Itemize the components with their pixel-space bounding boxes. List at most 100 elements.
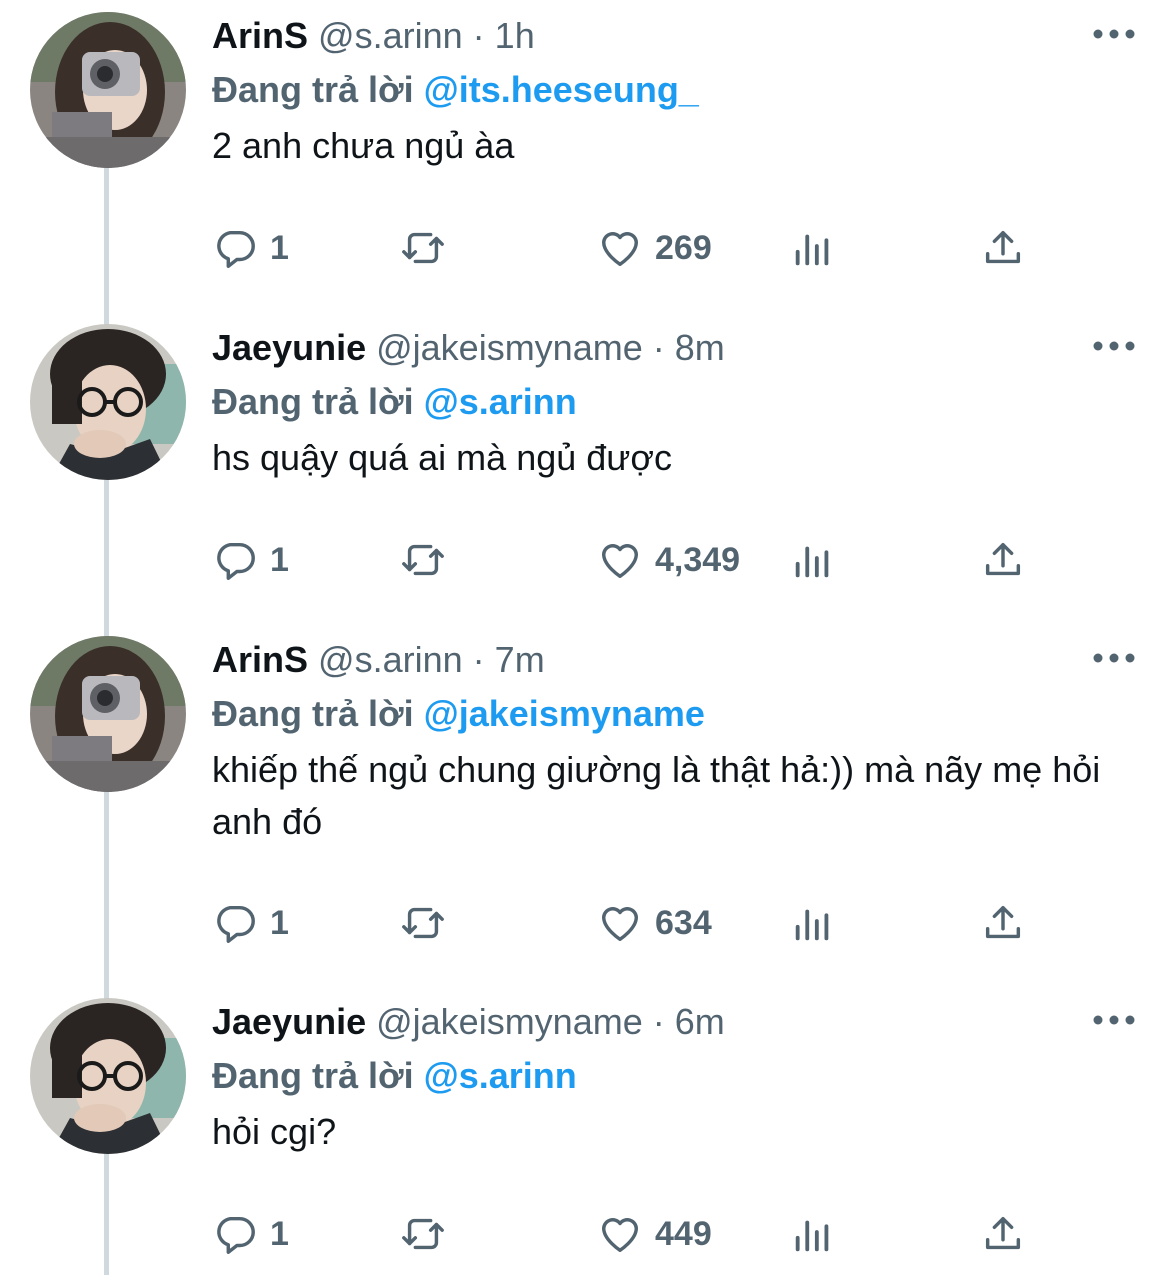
analytics-icon <box>795 1220 829 1252</box>
more-icon <box>1093 341 1135 351</box>
replying-to-label: Đang trả lời <box>212 1055 414 1096</box>
tweet-text: 2 anh chưa ngủ àa <box>212 125 515 166</box>
retweet-icon <box>402 1218 444 1250</box>
like-count: 4,349 <box>655 540 741 579</box>
heart-icon <box>601 232 639 267</box>
more-options-button[interactable] <box>1092 1010 1136 1030</box>
retweet-button[interactable] <box>400 530 446 590</box>
replying-to-label: Đang trả lời <box>212 381 414 422</box>
avatar[interactable] <box>30 998 186 1154</box>
reply-icon <box>217 542 255 580</box>
avatar[interactable] <box>30 324 186 480</box>
replying-to: Đang trả lời @s.arinn <box>212 1054 577 1098</box>
display-name[interactable]: ArinS <box>212 15 308 56</box>
analytics-button[interactable] <box>790 893 836 953</box>
tweet-header: Jaeyunie @jakeismyname · 8m <box>212 326 725 370</box>
analytics-button[interactable] <box>790 218 836 278</box>
timestamp[interactable]: 1h <box>495 15 535 56</box>
separator-dot: · <box>472 15 485 56</box>
share-button[interactable] <box>980 218 1026 278</box>
share-icon <box>985 542 1021 576</box>
more-icon <box>1093 29 1135 39</box>
analytics-icon <box>795 546 829 578</box>
separator-dot: · <box>652 327 665 368</box>
tweet-actions: 1 449 <box>212 1204 1072 1264</box>
reply-button[interactable]: 1 <box>212 530 289 590</box>
user-handle[interactable]: @s.arinn <box>318 15 463 56</box>
retweet-icon <box>402 232 444 264</box>
replying-to-label: Đang trả lời <box>212 693 414 734</box>
share-button[interactable] <box>980 1204 1026 1264</box>
reply-icon <box>217 905 255 943</box>
analytics-icon <box>795 234 829 266</box>
more-options-button[interactable] <box>1092 24 1136 44</box>
more-options-button[interactable] <box>1092 648 1136 668</box>
like-button[interactable]: 634 <box>597 893 712 953</box>
reply-count: 1 <box>270 540 289 579</box>
retweet-icon <box>402 907 444 939</box>
reply-count: 1 <box>270 903 289 942</box>
like-button[interactable]: 269 <box>597 218 712 278</box>
share-icon <box>985 230 1021 264</box>
reply-icon <box>217 1216 255 1254</box>
replying-to: Đang trả lời @jakeismyname <box>212 692 705 736</box>
user-handle[interactable]: @jakeismyname <box>376 327 643 368</box>
share-icon <box>985 1216 1021 1250</box>
tweet-header: Jaeyunie @jakeismyname · 6m <box>212 1000 725 1044</box>
share-button[interactable] <box>980 893 1026 953</box>
like-button[interactable]: 4,349 <box>597 530 740 590</box>
tweet-actions: 1 269 <box>212 218 1072 278</box>
tweet-header: ArinS @s.arinn · 1h <box>212 14 535 58</box>
like-count: 634 <box>655 903 712 942</box>
mention-link[interactable]: @s.arinn <box>424 381 577 422</box>
more-options-button[interactable] <box>1092 336 1136 356</box>
reply-button[interactable]: 1 <box>212 218 289 278</box>
user-handle[interactable]: @s.arinn <box>318 639 463 680</box>
reply-count: 1 <box>270 228 289 267</box>
avatar[interactable] <box>30 636 186 792</box>
tweet-header: ArinS @s.arinn · 7m <box>212 638 545 682</box>
mention-link[interactable]: @jakeismyname <box>424 693 705 734</box>
heart-icon <box>601 1218 639 1253</box>
display-name[interactable]: Jaeyunie <box>212 327 366 368</box>
timestamp[interactable]: 6m <box>675 1001 725 1042</box>
share-icon <box>985 905 1021 939</box>
like-button[interactable]: 449 <box>597 1204 712 1264</box>
analytics-icon <box>795 909 829 941</box>
timestamp[interactable]: 7m <box>495 639 545 680</box>
retweet-icon <box>402 544 444 576</box>
heart-icon <box>601 544 639 579</box>
tweet-text: hs quậy quá ai mà ngủ được <box>212 437 672 478</box>
retweet-button[interactable] <box>400 1204 446 1264</box>
retweet-button[interactable] <box>400 218 446 278</box>
replying-to-label: Đang trả lời <box>212 69 414 110</box>
analytics-button[interactable] <box>790 530 836 590</box>
separator-dot: · <box>472 639 485 680</box>
tweet-text: khiếp thế ngủ chung giường là thật hả:))… <box>212 749 1101 842</box>
avatar[interactable] <box>30 12 186 168</box>
display-name[interactable]: ArinS <box>212 639 308 680</box>
separator-dot: · <box>652 1001 665 1042</box>
retweet-button[interactable] <box>400 893 446 953</box>
more-icon <box>1093 1015 1135 1025</box>
like-count: 449 <box>655 1214 712 1253</box>
share-button[interactable] <box>980 530 1026 590</box>
heart-icon <box>601 907 639 942</box>
reply-button[interactable]: 1 <box>212 1204 289 1264</box>
like-count: 269 <box>655 228 712 267</box>
timestamp[interactable]: 8m <box>675 327 725 368</box>
tweet-actions: 1 4,349 <box>212 530 1072 590</box>
replying-to: Đang trả lời @s.arinn <box>212 380 577 424</box>
user-handle[interactable]: @jakeismyname <box>376 1001 643 1042</box>
tweet-actions: 1 634 <box>212 893 1072 953</box>
reply-count: 1 <box>270 1214 289 1253</box>
mention-link[interactable]: @its.heeseung_ <box>424 69 699 110</box>
more-icon <box>1093 653 1135 663</box>
analytics-button[interactable] <box>790 1204 836 1264</box>
reply-icon <box>217 230 255 268</box>
reply-button[interactable]: 1 <box>212 893 289 953</box>
tweet-text: hỏi cgi? <box>212 1111 337 1152</box>
display-name[interactable]: Jaeyunie <box>212 1001 366 1042</box>
replying-to: Đang trả lời @its.heeseung_ <box>212 68 699 112</box>
mention-link[interactable]: @s.arinn <box>424 1055 577 1096</box>
